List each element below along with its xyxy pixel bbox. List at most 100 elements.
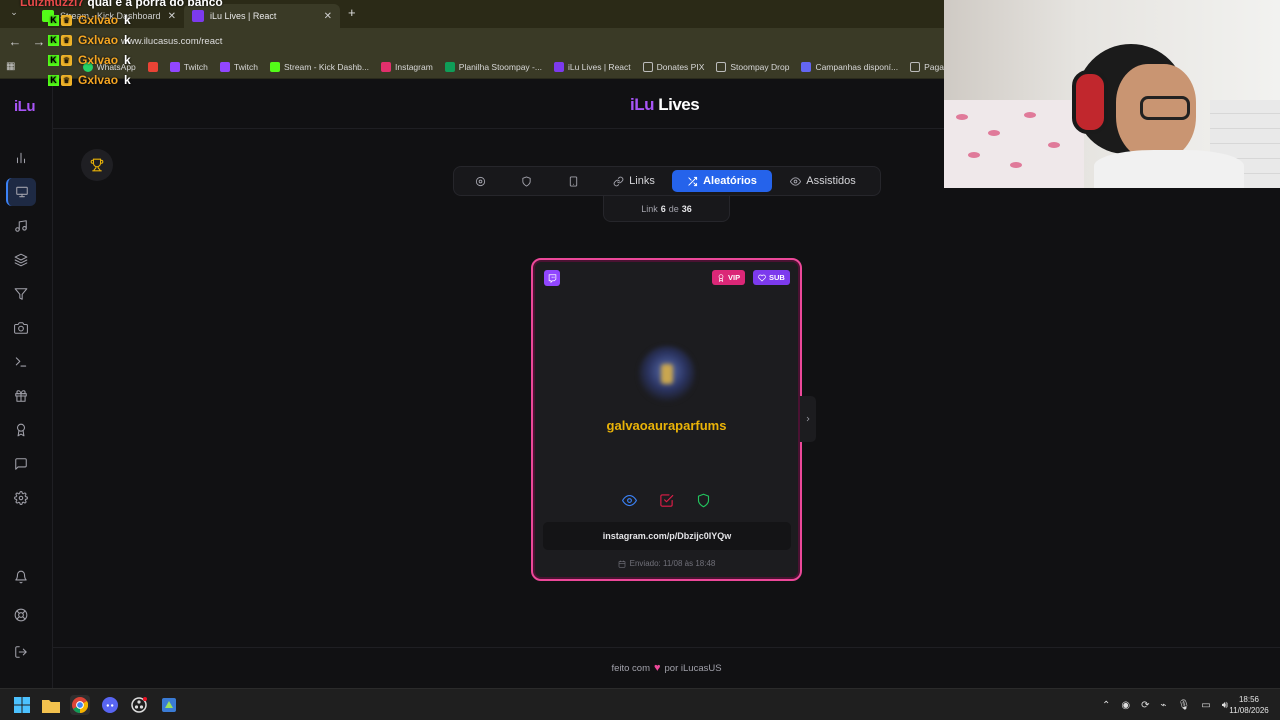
chat-message: k xyxy=(124,73,131,87)
chat-top-line: Luizmuzzi7 qual é a porra do banco xyxy=(20,0,223,9)
bookmark-instagram[interactable]: Instagram xyxy=(381,61,433,72)
chat-line: K ♛ Gxlvao k xyxy=(48,10,131,30)
instagram-icon xyxy=(381,61,391,72)
discord-tray-icon[interactable]: ◉ xyxy=(1121,700,1130,711)
sidebar-item-stats[interactable] xyxy=(6,144,36,172)
bell-icon xyxy=(15,570,27,584)
bookmark-twitch-1[interactable]: Twitch xyxy=(169,61,208,72)
usb-icon[interactable]: ⌁ xyxy=(1161,700,1167,711)
back-icon[interactable]: ← xyxy=(3,34,27,49)
display-icon[interactable]: ▭ xyxy=(1201,700,1210,711)
sidebar-item-camera[interactable] xyxy=(6,314,36,342)
chat-line: K ♛ Gxlvao k xyxy=(48,50,131,70)
new-tab-button[interactable]: + xyxy=(348,5,356,20)
mobile-button[interactable] xyxy=(550,170,596,192)
bookmarks-bar: ▦ WhatsApp Twitch Twitch Stream - Kick D… xyxy=(0,55,944,79)
bookmark-ilu-lives[interactable]: iLu Lives | React xyxy=(553,61,631,72)
crown-icon: ♛ xyxy=(61,14,72,26)
sidebar-item-messages[interactable] xyxy=(6,450,36,478)
shield-button[interactable] xyxy=(502,170,550,192)
discord-icon[interactable] xyxy=(100,695,120,715)
tab-links[interactable]: Links xyxy=(596,170,672,192)
bookmark-donates-pix[interactable]: Donates PIX xyxy=(642,61,704,72)
heart-icon xyxy=(758,274,766,281)
bookmark-kick-dashboard[interactable]: Stream - Kick Dashb... xyxy=(269,61,369,72)
sidebar-item-terminal[interactable] xyxy=(6,348,36,376)
twitch-icon xyxy=(169,61,180,72)
sidebar-item-filter[interactable] xyxy=(6,280,36,308)
browser-nav-bar: ← → www.ilucasus.com/react xyxy=(0,28,944,55)
mic-icon[interactable]: 🎙︎ xyxy=(1178,700,1191,711)
chevron-right-icon xyxy=(806,416,810,422)
sidebar-item-settings[interactable] xyxy=(6,484,36,512)
chat-user: Gxlvao xyxy=(78,53,119,67)
chevron-up-icon[interactable]: ⌃ xyxy=(1102,700,1110,711)
clock[interactable]: 18:56 11/08/2026 xyxy=(1224,694,1274,716)
close-icon[interactable]: ✕ xyxy=(168,11,176,22)
sidebar-item-awards[interactable] xyxy=(6,416,36,444)
chat-user: Gxlvao xyxy=(78,33,119,47)
gear-icon xyxy=(475,176,485,186)
sidebar-item-notifications[interactable] xyxy=(6,563,36,591)
settings-button[interactable] xyxy=(458,170,502,192)
eye-icon[interactable] xyxy=(622,493,637,508)
sub-badge: SUB xyxy=(753,270,790,285)
sidebar-item-gifts[interactable] xyxy=(6,382,36,410)
sidebar-item-music[interactable] xyxy=(6,212,36,240)
shield-icon xyxy=(521,175,531,187)
sidebar-item-layers[interactable] xyxy=(6,246,36,274)
link-card: VIP SUB galvaoauraparfums instagram.com/… xyxy=(531,258,802,581)
filter-icon xyxy=(14,288,28,300)
windows-start-icon[interactable] xyxy=(12,695,32,715)
address-bar[interactable]: www.ilucasus.com/react xyxy=(121,36,222,47)
apps-icon[interactable]: ▦ xyxy=(6,61,15,72)
logout-icon xyxy=(15,646,27,658)
trophy-button[interactable] xyxy=(81,149,113,181)
close-icon[interactable]: ✕ xyxy=(324,11,332,22)
terminal-icon xyxy=(15,357,27,367)
headphone-icon xyxy=(1072,70,1108,134)
bookmark-planilha[interactable]: Planilha Stoompay -... xyxy=(444,61,542,72)
ilu-icon xyxy=(553,61,564,72)
gift-icon xyxy=(15,390,27,402)
bookmark-twitch-2[interactable]: Twitch xyxy=(219,61,258,72)
heart-icon: ♥ xyxy=(653,662,661,674)
next-button[interactable] xyxy=(800,396,816,442)
file-explorer-icon[interactable] xyxy=(41,695,61,715)
sidebar-item-logout[interactable] xyxy=(6,638,36,666)
calendar-icon xyxy=(618,560,625,568)
lifebuoy-icon xyxy=(14,608,28,622)
tab-random[interactable]: Aleatórios xyxy=(672,170,772,192)
bookmark-stoompay-drop[interactable]: Stoompay Drop xyxy=(716,61,789,72)
obs-icon[interactable] xyxy=(129,695,149,715)
kick-icon xyxy=(269,61,280,72)
bar-chart-icon xyxy=(16,152,26,164)
bookmark-paga[interactable]: Paga xyxy=(910,61,944,72)
music-icon xyxy=(15,220,27,232)
sync-icon[interactable]: ⟳ xyxy=(1141,700,1149,711)
kick-badge-icon: K xyxy=(48,34,59,46)
app-icon[interactable] xyxy=(159,695,179,715)
link-url[interactable]: instagram.com/p/Dbzijc0IYQw xyxy=(543,522,791,550)
bookmark-gmail[interactable] xyxy=(147,61,158,72)
kick-badge-icon: K xyxy=(48,14,59,26)
mode-toolbar: Links Aleatórios Assistidos xyxy=(453,166,881,196)
eye-icon xyxy=(790,176,802,186)
sidebar-item-help[interactable] xyxy=(6,601,36,629)
smartphone-icon xyxy=(569,175,577,187)
tab-watched[interactable]: Assistidos xyxy=(772,170,874,192)
bookmark-campanhas[interactable]: Campanhas disponí... xyxy=(801,61,898,72)
shield-icon[interactable] xyxy=(696,493,711,508)
app-logo[interactable]: iLu xyxy=(14,98,36,115)
folder-icon xyxy=(716,61,727,72)
chat-user: Gxlvao xyxy=(78,73,119,87)
sidebar-item-react[interactable] xyxy=(6,178,36,206)
gmail-icon xyxy=(147,61,158,72)
username: galvaoauraparfums xyxy=(606,418,727,433)
glasses xyxy=(1140,96,1190,120)
chrome-icon[interactable] xyxy=(70,695,90,715)
check-square-icon[interactable] xyxy=(659,493,674,508)
campaign-icon xyxy=(801,61,812,72)
card-actions xyxy=(533,493,800,508)
sheets-icon xyxy=(444,61,455,72)
